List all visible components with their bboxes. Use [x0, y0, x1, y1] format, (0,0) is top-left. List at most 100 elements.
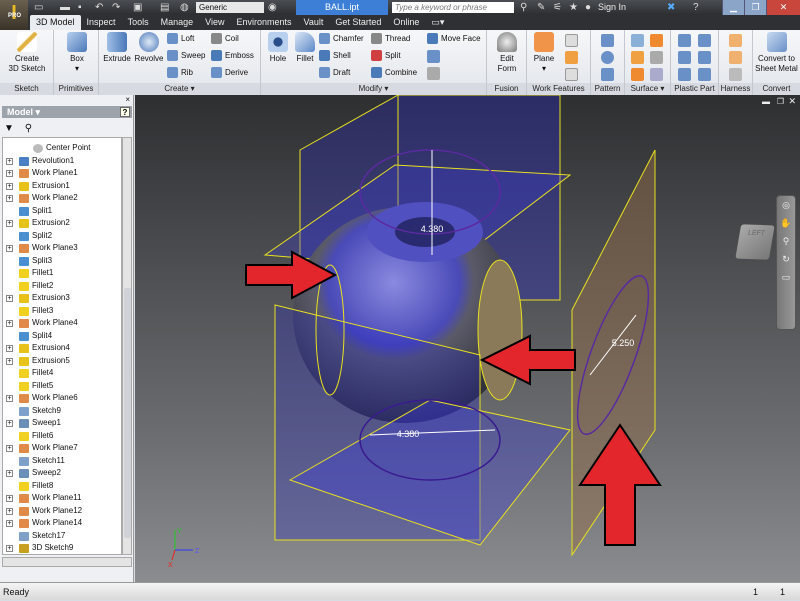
expand-toggle[interactable]: + — [6, 157, 13, 165]
expand-toggle[interactable]: + — [6, 295, 13, 302]
steering-wheel-icon[interactable]: ◎ — [777, 196, 795, 214]
appearance-icon[interactable]: ◍ — [180, 2, 189, 13]
boundary-patch-icon[interactable] — [631, 51, 644, 64]
tree-item-sweep1[interactable]: + Sweep1 — [3, 417, 121, 430]
tree-item-fillet4[interactable]: Fillet4 — [3, 367, 121, 380]
expand-toggle[interactable]: + — [6, 495, 13, 502]
tree-item-work-plane12[interactable]: + Work Plane12 — [3, 505, 121, 518]
exchange-icon[interactable]: ✖ — [667, 2, 675, 13]
ribbon-display-icon[interactable]: ▭▾ — [425, 15, 450, 30]
save-icon[interactable]: ▪ — [78, 2, 82, 13]
boss-icon[interactable] — [698, 34, 711, 47]
pan-icon[interactable]: ✋ — [777, 214, 795, 232]
expand-toggle[interactable]: + — [6, 545, 13, 552]
expand-toggle[interactable]: + — [6, 445, 13, 452]
split-button[interactable]: Split — [371, 50, 401, 62]
tree-item-split2[interactable]: Split2 — [3, 230, 121, 243]
chamfer-button[interactable]: Chamfer — [319, 33, 364, 45]
tab-environments[interactable]: Environments — [230, 15, 297, 30]
tree-item-split1[interactable]: Split1 — [3, 205, 121, 218]
coil-button[interactable]: Coil — [211, 33, 239, 45]
look-at-icon[interactable]: ▭ — [777, 268, 795, 286]
scroll-thumb[interactable] — [124, 288, 131, 538]
new-icon[interactable]: ▭ — [34, 2, 43, 13]
extrude-button[interactable]: Extrude — [101, 32, 133, 64]
plane-button[interactable]: Plane ▾ — [529, 32, 559, 74]
satellite-icon[interactable]: ⚟ — [553, 2, 562, 13]
tree-item-sweep2[interactable]: + Sweep2 — [3, 467, 121, 480]
tree-item-work-plane6[interactable]: + Work Plane6 — [3, 392, 121, 405]
hole-button[interactable]: Hole — [264, 32, 292, 64]
revolve-button[interactable]: Revolve — [133, 32, 165, 64]
tree-item-work-plane11[interactable]: + Work Plane11 — [3, 492, 121, 505]
move-face-button[interactable]: Move Face — [427, 33, 481, 45]
tree-item-fillet3[interactable]: Fillet3 — [3, 305, 121, 318]
tree-item-work-plane7[interactable]: + Work Plane7 — [3, 442, 121, 455]
delete-face-icon[interactable] — [427, 67, 440, 80]
tree-item-revolution1[interactable]: + Revolution1 — [3, 155, 121, 168]
color-wheel-icon[interactable]: ◉ — [268, 2, 277, 13]
model-scene[interactable]: 4.380 4.380 5.250 Y Z X — [135, 95, 800, 582]
update-icon[interactable]: ▣ — [133, 2, 142, 13]
tree-item-extrusion2[interactable]: + Extrusion2 — [3, 217, 121, 230]
expand-toggle[interactable]: + — [6, 182, 13, 190]
tree-item-fillet8[interactable]: Fillet8 — [3, 480, 121, 493]
harness-point-icon[interactable] — [729, 34, 742, 47]
create-3d-sketch-button[interactable]: Create 3D Sketch — [4, 32, 50, 74]
expand-toggle[interactable]: + — [6, 345, 13, 352]
find-binoculars-icon[interactable]: ⚲ — [25, 123, 32, 134]
tree-item-fillet5[interactable]: Fillet5 — [3, 380, 121, 393]
tree-item-split3[interactable]: Split3 — [3, 255, 121, 268]
tree-item-split4[interactable]: Split4 — [3, 330, 121, 343]
minimize-button[interactable]: ▁ — [722, 0, 744, 15]
snap-fit-icon[interactable] — [698, 51, 711, 64]
delete-face-surface-icon[interactable] — [650, 68, 663, 81]
tab-view[interactable]: View — [199, 15, 230, 30]
tree-item-work-plane14[interactable]: + Work Plane14 — [3, 517, 121, 530]
close-browser-icon[interactable]: × — [125, 95, 130, 104]
tree-item-extrusion4[interactable]: + Extrusion4 — [3, 342, 121, 355]
sign-in-link[interactable]: Sign In — [598, 2, 626, 12]
tab-inspect[interactable]: Inspect — [81, 15, 122, 30]
expand-toggle[interactable]: + — [6, 520, 13, 527]
copy-object-icon[interactable] — [427, 50, 440, 63]
tree-item-extrusion5[interactable]: + Extrusion5 — [3, 355, 121, 368]
viewcube[interactable]: LEFT — [735, 224, 775, 260]
zoom-icon[interactable]: ⚲ — [777, 232, 795, 250]
star-icon[interactable]: ★ — [569, 2, 578, 13]
maximize-button[interactable]: ❐ — [744, 0, 766, 15]
expand-toggle[interactable]: + — [6, 420, 13, 427]
harness-edit-icon[interactable] — [729, 68, 742, 81]
undo-icon[interactable]: ↶ — [95, 2, 103, 13]
box-button[interactable]: Box ▾ — [60, 32, 94, 74]
tree-item-3d-sketch9[interactable]: +3D Sketch9 — [3, 542, 121, 554]
tree-item-sketch9[interactable]: Sketch9 — [3, 405, 121, 418]
edit-form-button[interactable]: Edit Form — [490, 32, 524, 74]
mirror-icon[interactable] — [601, 68, 614, 81]
grill-icon[interactable] — [678, 34, 691, 47]
horizontal-scrollbar[interactable] — [2, 557, 132, 567]
emboss-button[interactable]: Emboss — [211, 50, 254, 62]
harness-connector-icon[interactable] — [729, 51, 742, 64]
axis-icon[interactable] — [565, 34, 578, 47]
combine-button[interactable]: Combine — [371, 67, 417, 79]
rectangular-pattern-icon[interactable] — [601, 34, 614, 47]
expand-toggle[interactable]: + — [6, 470, 13, 477]
vertical-scrollbar[interactable] — [122, 137, 132, 555]
tab-vault[interactable]: Vault — [298, 15, 330, 30]
rib-button[interactable]: Rib — [167, 67, 193, 79]
point-icon[interactable] — [565, 51, 578, 64]
thread-button[interactable]: Thread — [371, 33, 410, 45]
close-button[interactable]: ✕ — [766, 0, 800, 15]
shell-button[interactable]: Shell — [319, 50, 351, 62]
tab-get-started[interactable]: Get Started — [329, 15, 387, 30]
viewport-restore-icon[interactable]: ❐ — [777, 97, 784, 106]
filter-icon[interactable]: ▼ — [4, 123, 14, 134]
thicken-icon[interactable] — [631, 34, 644, 47]
draft-button[interactable]: Draft — [319, 67, 350, 79]
rule-fillet-icon[interactable] — [678, 68, 691, 81]
fillet-button[interactable]: Fillet — [291, 32, 319, 64]
browser-title[interactable]: Model ▾ — [7, 107, 40, 117]
binoculars-icon[interactable]: ⚲ — [520, 2, 527, 13]
material-select[interactable]: Generic — [196, 2, 264, 13]
